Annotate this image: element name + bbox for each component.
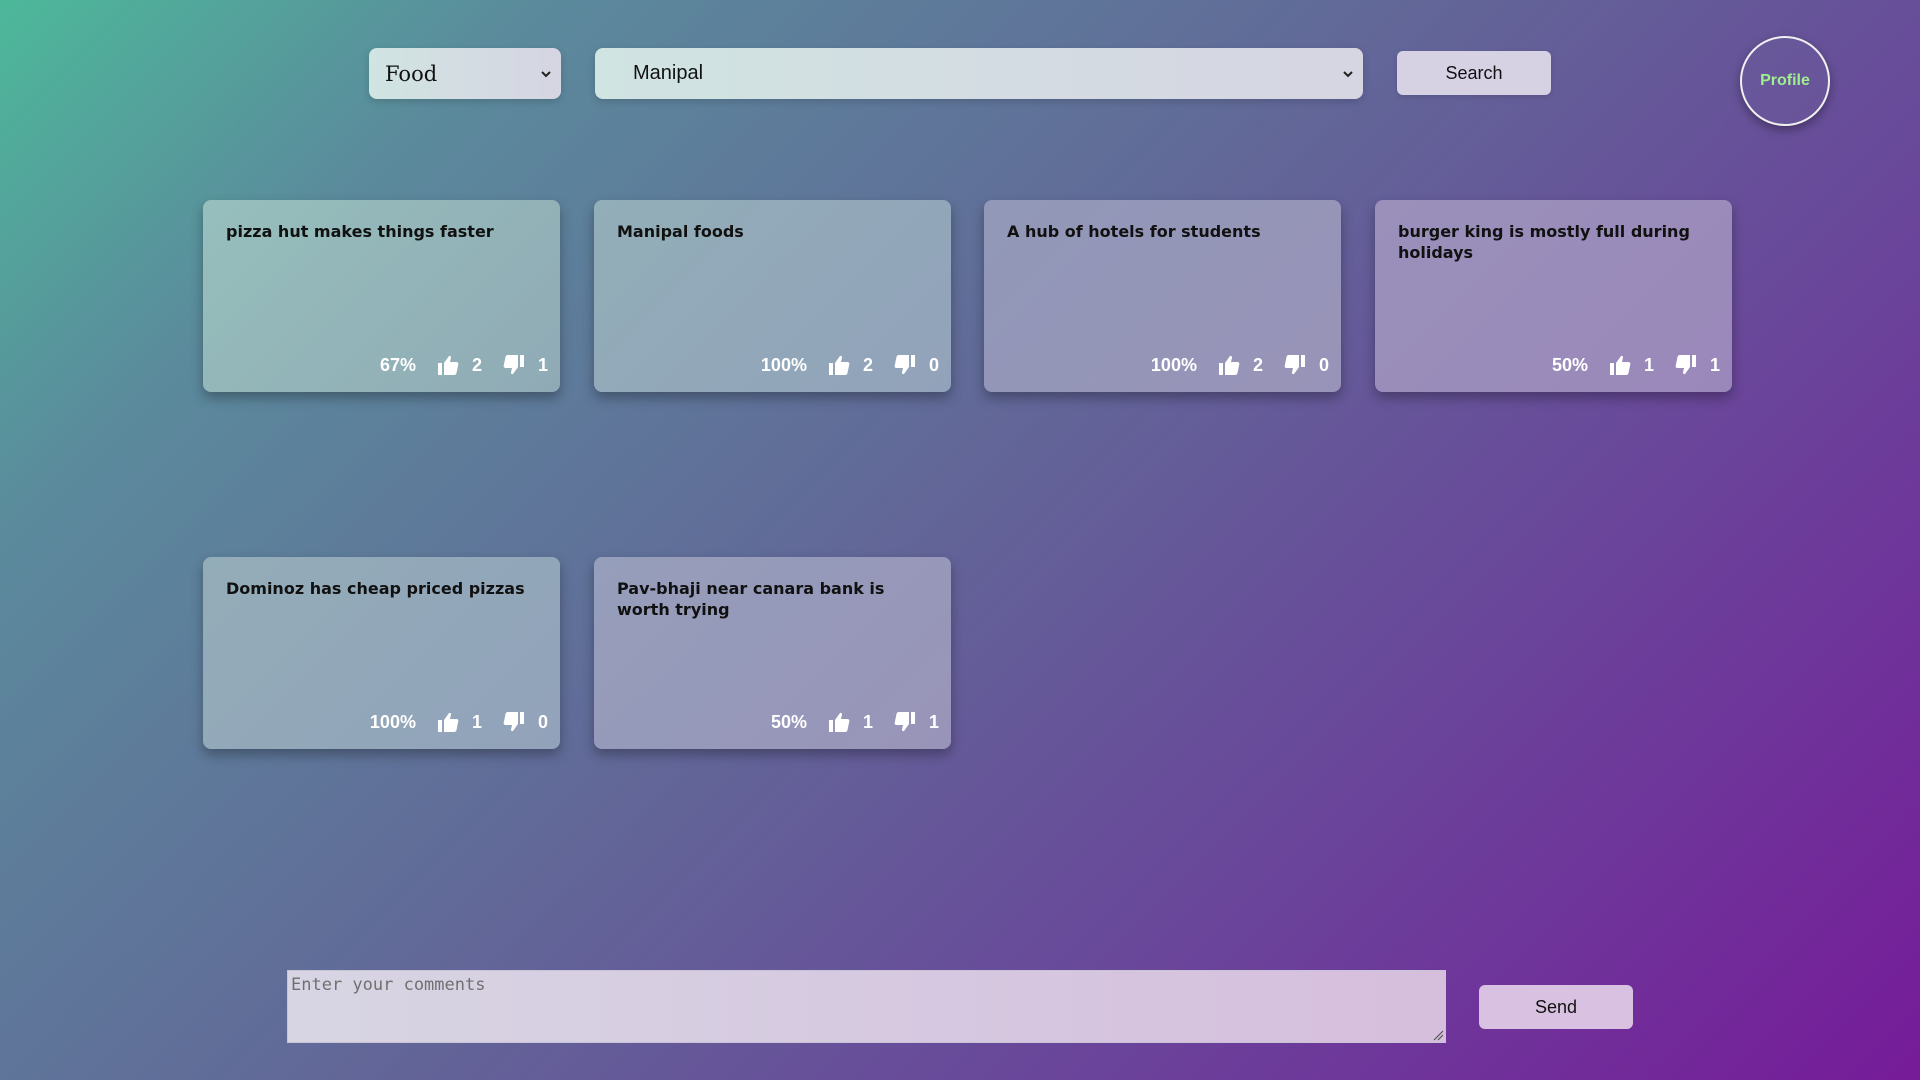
comment-input[interactable] — [287, 970, 1446, 1043]
chevron-down-icon — [541, 70, 551, 77]
dislike-count: 0 — [1318, 354, 1329, 375]
like-count: 1 — [471, 711, 482, 732]
like-count: 1 — [1643, 354, 1654, 375]
thumbs-down-icon[interactable] — [502, 353, 526, 377]
approval-percent: 67% — [379, 354, 416, 375]
card-stats: 50% 1 1 — [771, 710, 939, 734]
card-title: A hub of hotels for students — [1007, 222, 1261, 241]
thumbs-up-icon[interactable] — [436, 710, 460, 734]
thumbs-up-icon[interactable] — [827, 710, 851, 734]
dislike-count: 1 — [1709, 354, 1720, 375]
approval-percent: 100% — [1150, 354, 1197, 375]
thumbs-up-icon[interactable] — [1217, 353, 1241, 377]
card-stats: 100% 1 0 — [370, 710, 548, 734]
thumbs-up-icon[interactable] — [827, 353, 851, 377]
card-stats: 100% 2 0 — [1151, 353, 1329, 377]
card-stats: 50% 1 1 — [1552, 353, 1720, 377]
approval-percent: 100% — [760, 354, 807, 375]
review-card[interactable]: Manipal foods 100% 2 0 — [594, 200, 951, 392]
review-card[interactable]: Dominoz has cheap priced pizzas 100% 1 0 — [203, 557, 560, 749]
thumbs-up-icon[interactable] — [1608, 353, 1632, 377]
search-button[interactable]: Search — [1397, 51, 1551, 95]
card-title: pizza hut makes things faster — [226, 222, 494, 241]
card-stats: 67% 2 1 — [380, 353, 548, 377]
approval-percent: 100% — [369, 711, 416, 732]
approval-percent: 50% — [1551, 354, 1588, 375]
approval-percent: 50% — [770, 711, 807, 732]
thumbs-down-icon[interactable] — [893, 353, 917, 377]
thumbs-down-icon[interactable] — [1674, 353, 1698, 377]
card-title: Dominoz has cheap priced pizzas — [226, 579, 525, 598]
card-title: Manipal foods — [617, 222, 744, 241]
card-stats: 100% 2 0 — [761, 353, 939, 377]
thumbs-up-icon[interactable] — [436, 353, 460, 377]
dislike-count: 1 — [537, 354, 548, 375]
card-title: Pav-bhaji near canara bank is worth tryi… — [617, 579, 885, 619]
thumbs-down-icon[interactable] — [893, 710, 917, 734]
resize-handle-icon[interactable] — [1433, 1030, 1444, 1041]
dislike-count: 0 — [537, 711, 548, 732]
review-card[interactable]: Pav-bhaji near canara bank is worth tryi… — [594, 557, 951, 749]
like-count: 2 — [471, 354, 482, 375]
dislike-count: 0 — [928, 354, 939, 375]
review-card[interactable]: burger king is mostly full during holida… — [1375, 200, 1732, 392]
chevron-down-icon — [1343, 70, 1353, 77]
review-card[interactable]: A hub of hotels for students 100% 2 0 — [984, 200, 1341, 392]
send-button[interactable]: Send — [1479, 985, 1633, 1029]
like-count: 2 — [862, 354, 873, 375]
like-count: 2 — [1252, 354, 1263, 375]
location-select[interactable]: Manipal — [595, 48, 1363, 99]
category-select-value: Food — [385, 61, 438, 86]
category-select[interactable]: Food — [369, 48, 561, 99]
profile-button[interactable]: Profile — [1740, 36, 1830, 126]
like-count: 1 — [862, 711, 873, 732]
card-title: burger king is mostly full during holida… — [1398, 222, 1690, 262]
thumbs-down-icon[interactable] — [502, 710, 526, 734]
review-card[interactable]: pizza hut makes things faster 67% 2 1 — [203, 200, 560, 392]
location-select-value: Manipal — [633, 62, 704, 84]
thumbs-down-icon[interactable] — [1283, 353, 1307, 377]
dislike-count: 1 — [928, 711, 939, 732]
